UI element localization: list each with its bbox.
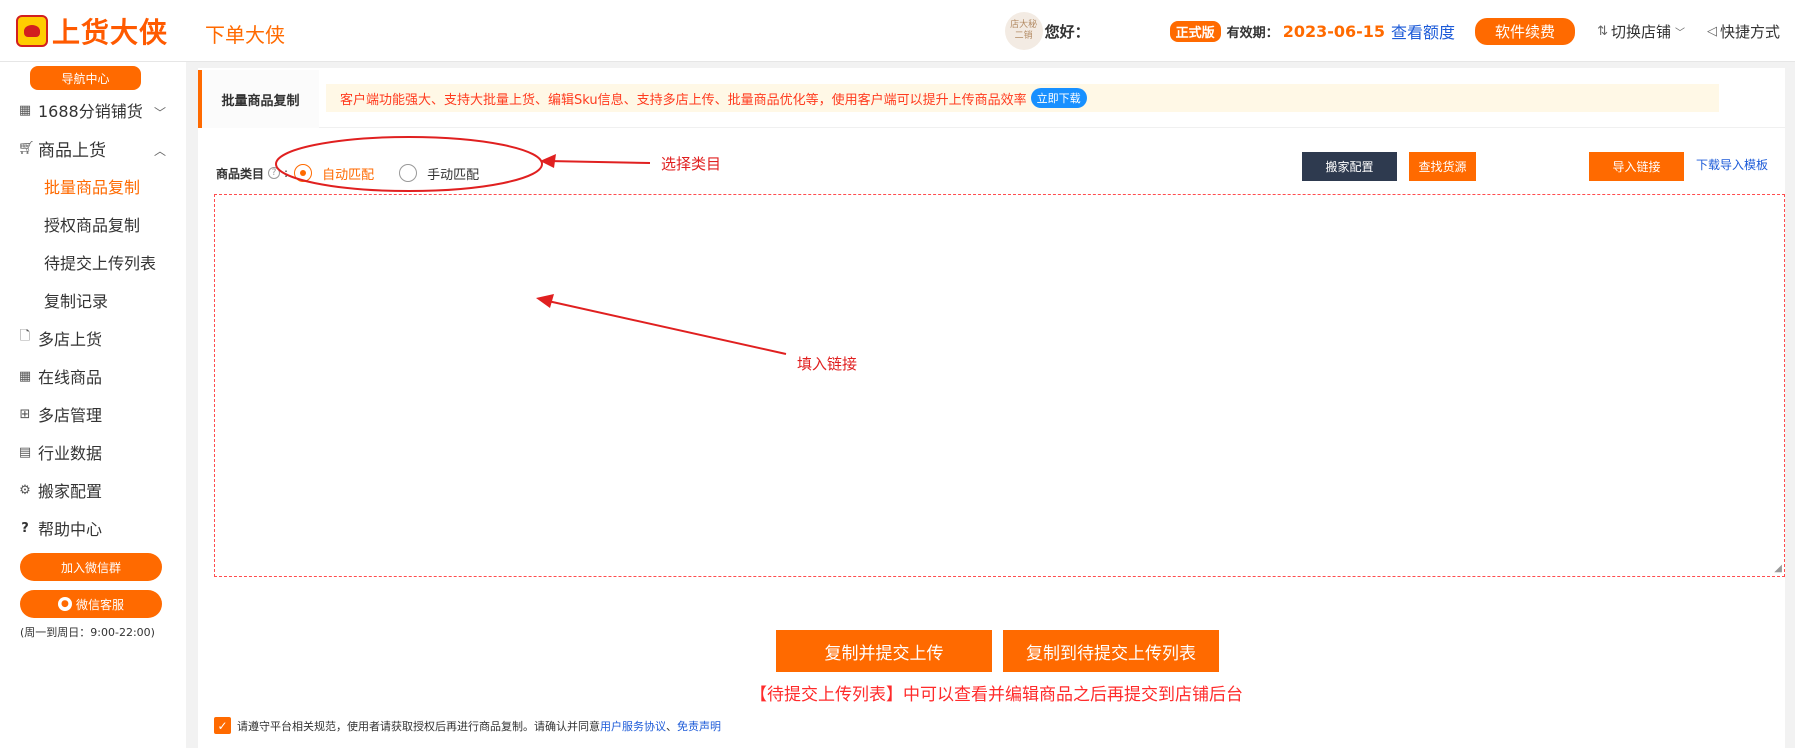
greeting: 您好：	[1044, 22, 1090, 41]
sidebar-item-label: 多店上货	[38, 330, 103, 349]
join-wechat-group-button[interactable]: 加入微信群	[20, 553, 162, 581]
sidebar-item-label: 多店管理	[38, 406, 103, 425]
find-source-button[interactable]: 查找货源	[1409, 152, 1476, 181]
sidebar: 导航中心 ▦ 1688分销铺货 ﹀ 🛒︎ 商品上货 ︿ 批量商品复制 授权商品复…	[0, 62, 186, 748]
chevron-down-icon[interactable]: ﹀	[154, 104, 166, 121]
chevron-up-icon[interactable]: ︿	[154, 142, 166, 159]
download-template-link[interactable]: 下载导入模板	[1696, 156, 1768, 173]
chevron-down-icon: ﹀	[1674, 27, 1685, 39]
agree-text: 请遵守平台相关规范，使用者请获取授权后再进行商品复制。请确认并同意	[237, 719, 600, 733]
notice-text: 客户端功能强大、支持大批量上货、编辑Sku信息、支持多店上传、批量商品优化等，使…	[340, 92, 1027, 108]
wechat-service-label: 微信客服	[75, 597, 124, 612]
clipboard-icon: ▤	[18, 444, 32, 460]
sidebar-item-help-center[interactable]: ? 帮助中心	[18, 516, 102, 540]
view-quota-link[interactable]: 查看额度	[1391, 19, 1455, 43]
logo[interactable]: 上货大侠	[16, 14, 169, 49]
sidebar-sub-copy-records[interactable]: 复制记录	[44, 288, 108, 312]
expire-label: 有效期：	[1226, 25, 1279, 41]
agreement-row: ✓ 请遵守平台相关规范，使用者请获取授权后再进行商品复制。请确认并同意 用户服务…	[214, 717, 721, 734]
agree-checkbox[interactable]: ✓	[214, 717, 231, 734]
app-window: 上货大侠 下单大侠 店大秘 二销 您好： 正式版 有效期： 2023-06-15…	[0, 0, 1795, 748]
gear-icon: ⚙	[19, 482, 31, 498]
cart-icon: 🛒︎	[18, 141, 35, 156]
resize-handle-icon[interactable]: ◢	[1774, 563, 1782, 574]
tab-batch-copy[interactable]: 批量商品复制	[198, 70, 319, 128]
sidebar-item-label: 行业数据	[38, 444, 103, 463]
radio-auto-match[interactable]	[294, 164, 313, 182]
category-label: 商品类目	[216, 166, 265, 181]
sidebar-item-label: 1688分销铺货	[38, 102, 143, 121]
sidebar-sub-pending-list[interactable]: 待提交上传列表	[44, 250, 156, 274]
move-config-button[interactable]: 搬家配置	[1302, 152, 1397, 181]
sidebar-item-1688[interactable]: ▦ 1688分销铺货	[18, 98, 143, 122]
grid-icon: ▦	[18, 102, 32, 118]
sidebar-sub-authorized-copy[interactable]: 授权商品复制	[44, 212, 140, 236]
sidebar-item-product-upload[interactable]: 🛒︎ 商品上货	[18, 136, 106, 161]
shortcut-label: 快捷方式	[1719, 22, 1780, 41]
user-agreement-link[interactable]: 用户服务协议	[600, 718, 666, 734]
send-icon: ◁	[1706, 23, 1717, 39]
pending-list-tip: 【待提交上传列表】中可以查看并编辑商品之后再提交到店铺后台	[750, 685, 1243, 705]
radio-manual-match[interactable]	[399, 164, 418, 182]
top-header: 上货大侠 下单大侠 店大秘 二销 您好： 正式版 有效期： 2023-06-15…	[0, 0, 1795, 62]
disclaimer-link[interactable]: 免责声明	[677, 718, 721, 734]
sidebar-sub-batch-copy[interactable]: 批量商品复制	[44, 174, 140, 198]
annotation-fill-link: 填入链接	[797, 355, 858, 373]
logo-icon	[16, 15, 48, 47]
avatar[interactable]: 店大秘 二销	[1004, 12, 1043, 50]
wechat-icon: ●	[57, 597, 72, 611]
copy-and-upload-button[interactable]: 复制并提交上传	[776, 630, 992, 672]
link-input-textarea[interactable]: ◢	[214, 194, 1785, 577]
download-now-button[interactable]: 立即下载	[1030, 88, 1087, 108]
sidebar-item-industry-data[interactable]: ▤ 行业数据	[18, 440, 102, 464]
tab-bar: 批量商品复制 客户端功能强大、支持大批量上货、编辑Sku信息、支持多店上传、批量…	[198, 70, 1785, 128]
question-icon: ?	[21, 520, 29, 536]
copy-to-pending-button[interactable]: 复制到待提交上传列表	[1003, 630, 1219, 672]
import-link-button[interactable]: 导入链接	[1589, 152, 1684, 181]
switch-icon: ⇅	[1597, 23, 1608, 39]
annotation-select-category: 选择类目	[661, 155, 722, 173]
service-hours: (周一到周日：9:00-22:00)	[20, 626, 155, 639]
shortcut-menu[interactable]: ◁ 快捷方式	[1707, 21, 1780, 42]
sidebar-item-move-config[interactable]: ⚙ 搬家配置	[18, 478, 102, 502]
colon: :	[284, 166, 289, 180]
switch-store-menu[interactable]: ⇅ 切换店铺 ﹀	[1597, 21, 1685, 42]
agree-separator: 、	[666, 719, 677, 733]
sidebar-item-online-products[interactable]: ▦ 在线商品	[18, 364, 102, 388]
client-notice: 客户端功能强大、支持大批量上货、编辑Sku信息、支持多店上传、批量商品优化等，使…	[326, 84, 1719, 112]
radio-manual-label[interactable]: 手动匹配	[427, 164, 479, 183]
sidebar-item-multi-store-upload[interactable]: 🗋︎ 多店上货	[18, 326, 102, 350]
logo-text: 上货大侠	[52, 16, 169, 49]
switch-store-label: 切换店铺	[1610, 22, 1671, 41]
wechat-service-button[interactable]: ● 微信客服	[20, 590, 162, 618]
main-panel: 批量商品复制 客户端功能强大、支持大批量上货、编辑Sku信息、支持多店上传、批量…	[198, 68, 1785, 748]
apps-icon: ⊞	[19, 406, 31, 422]
sidebar-item-label: 搬家配置	[38, 482, 103, 501]
nav-center-button[interactable]: 导航中心	[30, 66, 141, 90]
category-row: 商品类目 ? : 自动匹配 手动匹配	[216, 161, 504, 185]
expire-date: 2023-06-15	[1282, 21, 1386, 41]
renew-button[interactable]: 软件续费	[1475, 17, 1576, 45]
grid-icon: ▦	[18, 368, 32, 384]
sidebar-item-label: 帮助中心	[38, 520, 103, 539]
edition-badge: 正式版	[1169, 20, 1221, 42]
sidebar-item-label: 在线商品	[38, 368, 103, 387]
header-right: 店大秘 二销 您好： 正式版 有效期： 2023-06-15 查看额度 软件续费…	[1004, 0, 1795, 62]
radio-auto-label[interactable]: 自动匹配	[322, 164, 374, 183]
help-icon[interactable]: ?	[268, 167, 281, 179]
sidebar-item-label: 商品上货	[38, 141, 106, 161]
file-icon: 🗋︎	[19, 329, 31, 344]
header-title[interactable]: 下单大侠	[205, 19, 285, 48]
sidebar-item-multi-store-manage[interactable]: ⊞ 多店管理	[18, 402, 102, 426]
